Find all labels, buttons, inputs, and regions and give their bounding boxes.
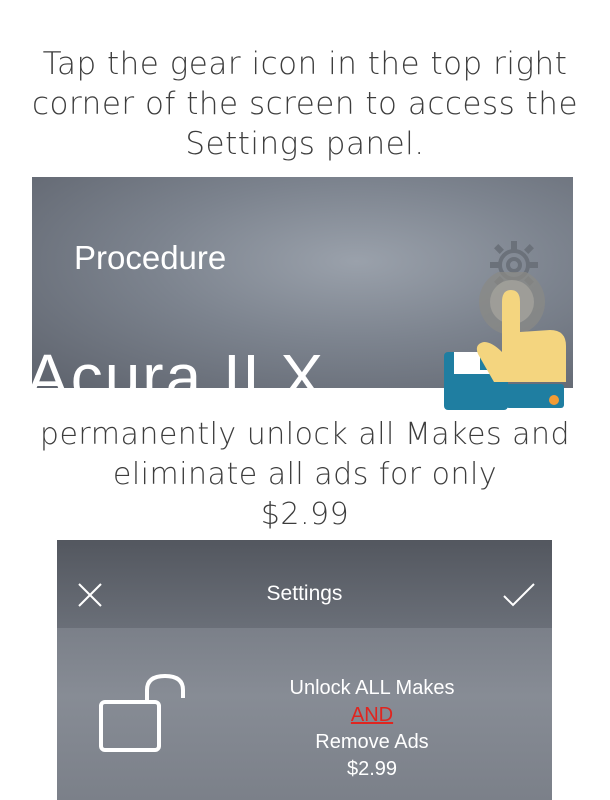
caption-line: $2.99: [260, 497, 350, 532]
instruction-caption: Tap the gear icon in the top right corne…: [0, 44, 610, 164]
unlock-line: Unlock ALL Makes: [289, 677, 455, 699]
caption-line: eliminate all ads for only: [112, 457, 498, 492]
settings-header: Settings: [57, 540, 552, 628]
unlock-offer[interactable]: Unlock ALL Makes AND Remove Ads $2.99: [207, 675, 537, 783]
remove-ads-line: Remove Ads: [315, 731, 429, 753]
caption-line: Settings panel.: [185, 126, 425, 162]
unlock-icon[interactable]: [97, 672, 197, 756]
settings-screenshot: Settings Unlock ALL Makes AND Remove Ads…: [57, 540, 552, 800]
checkmark-icon[interactable]: [501, 580, 537, 610]
vehicle-title: Acura ILX: [32, 341, 326, 388]
settings-title: Settings: [266, 582, 343, 605]
caption-line: corner of the screen to access the: [31, 86, 579, 122]
offer-caption: permanently unlock all Makes and elimina…: [0, 415, 610, 535]
and-emphasis: AND: [350, 704, 394, 726]
procedure-label: Procedure: [74, 239, 227, 276]
tap-gesture-illustration: [444, 272, 566, 410]
caption-line: Tap the gear icon in the top right: [42, 46, 568, 82]
caption-line: permanently unlock all Makes and: [39, 417, 571, 452]
price-label: $2.99: [346, 758, 398, 780]
